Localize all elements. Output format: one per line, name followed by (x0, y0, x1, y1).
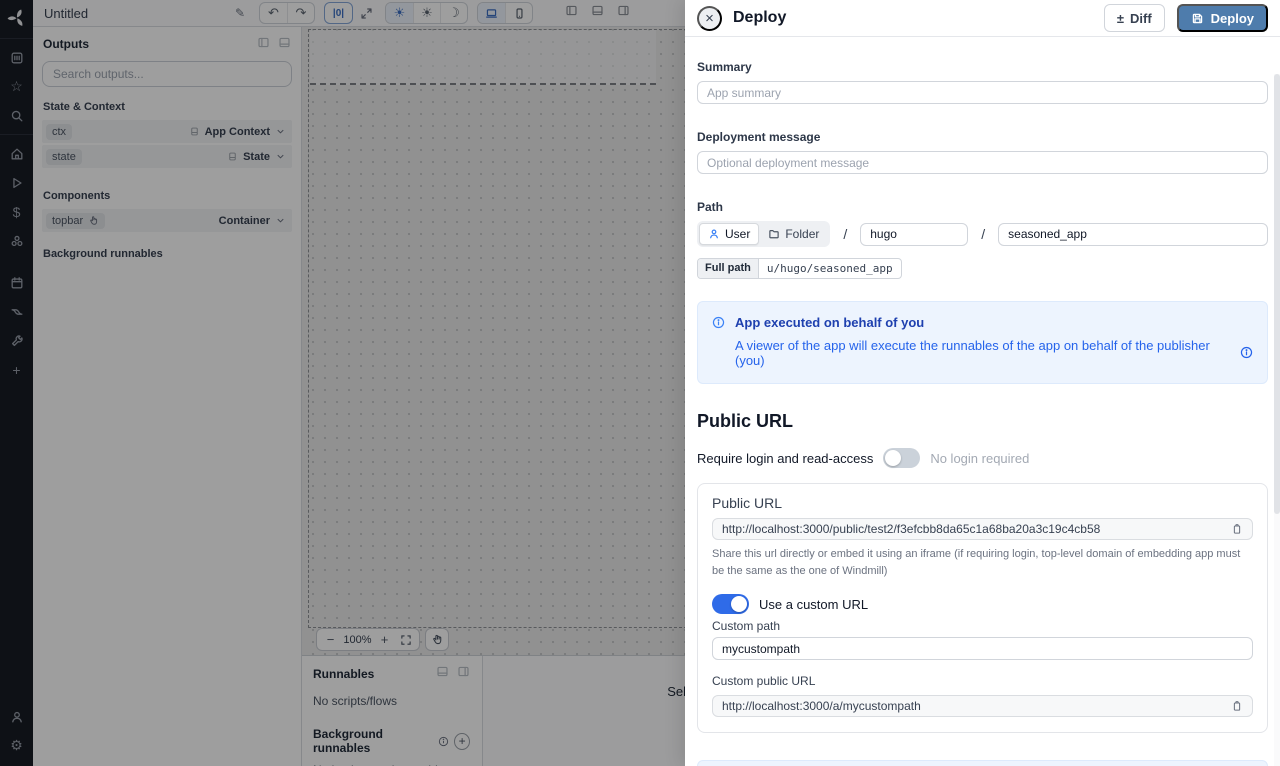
deployment-message-label: Deployment message (697, 130, 1268, 144)
app-editor: ☆ $ + ⚙ Untitled ✎ ↶ ↷ (0, 0, 685, 766)
executed-on-behalf-infobox: App executed on behalf of you A viewer o… (697, 301, 1268, 384)
path-separator: / (843, 226, 847, 242)
app-window: ☆ $ + ⚙ Untitled ✎ ↶ ↷ (0, 0, 1280, 766)
custom-public-url-field: http://localhost:3000/a/mycustompath (712, 695, 1253, 717)
exec-info-title: App executed on behalf of you (735, 315, 1253, 330)
owner-folder-label: Folder (785, 227, 819, 241)
info-icon[interactable] (1240, 346, 1253, 362)
diff-button[interactable]: ± Diff (1104, 4, 1165, 32)
public-url-field: http://localhost:3000/public/test2/f3efc… (712, 518, 1253, 540)
owner-user-segment[interactable]: User (699, 223, 759, 245)
public-url-card: Public URL http://localhost:3000/public/… (697, 483, 1268, 733)
public-url-label: Public URL (712, 495, 1253, 511)
plus-minus-icon: ± (1117, 11, 1124, 26)
deploy-drawer-header: × Deploy ± Diff Deploy (685, 0, 1280, 37)
latest-deploy-infobox: Only latest deployed app is publicly ava… (697, 760, 1268, 766)
owner-user-label: User (725, 227, 750, 241)
custom-url-toggle-row: Use a custom URL (712, 594, 1253, 614)
summary-input[interactable] (697, 81, 1268, 104)
deployment-message-input[interactable] (697, 151, 1268, 174)
deploy-drawer-body: Summary Deployment message Path User Fol… (685, 37, 1280, 766)
public-url-value: http://localhost:3000/public/test2/f3efc… (722, 522, 1223, 536)
info-icon (712, 316, 725, 368)
copy-clipboard-icon[interactable] (1231, 700, 1243, 712)
custom-url-toggle-label: Use a custom URL (759, 597, 868, 612)
folder-icon (768, 228, 780, 240)
path-separator: / (981, 226, 985, 242)
person-icon (708, 228, 720, 240)
owner-folder-segment[interactable]: Folder (759, 223, 828, 245)
custom-url-toggle[interactable] (712, 594, 749, 614)
close-icon[interactable]: × (697, 6, 722, 31)
drawer-backdrop[interactable] (0, 0, 685, 766)
require-login-label: Require login and read-access (697, 451, 873, 466)
path-row: User Folder / / (697, 221, 1268, 247)
custom-path-label: Custom path (712, 619, 1253, 633)
exec-info-body: A viewer of the app will execute the run… (735, 338, 1234, 368)
require-login-toggle[interactable] (883, 448, 920, 468)
deploy-drawer: × Deploy ± Diff Deploy Summary Deploymen… (685, 0, 1280, 766)
owner-kind-segmented: User Folder (697, 221, 830, 247)
save-icon (1191, 12, 1204, 25)
custom-public-url-label: Custom public URL (712, 674, 1253, 688)
deploy-button[interactable]: Deploy (1177, 4, 1268, 32)
scrollbar-thumb[interactable] (1274, 74, 1280, 514)
full-path-label: Full path (698, 259, 759, 278)
full-path-chip: Full path u/hugo/seasoned_app (697, 258, 902, 279)
share-help-text: Share this url directly or embed it usin… (712, 546, 1253, 580)
custom-public-url-value: http://localhost:3000/a/mycustompath (722, 699, 1223, 713)
path-owner-input[interactable] (860, 223, 968, 246)
path-label: Path (697, 200, 1268, 214)
summary-label: Summary (697, 60, 1268, 74)
copy-clipboard-icon[interactable] (1231, 523, 1243, 535)
drawer-scrollbar[interactable] (1274, 74, 1280, 766)
path-name-input[interactable] (998, 223, 1268, 246)
no-login-label: No login required (930, 451, 1029, 466)
require-login-row: Require login and read-access No login r… (697, 448, 1268, 468)
deploy-button-label: Deploy (1211, 11, 1254, 26)
public-url-heading: Public URL (697, 411, 1268, 432)
diff-button-label: Diff (1130, 11, 1152, 26)
full-path-value: u/hugo/seasoned_app (759, 259, 901, 278)
custom-path-input[interactable] (712, 637, 1253, 660)
deploy-title: Deploy (733, 9, 786, 27)
